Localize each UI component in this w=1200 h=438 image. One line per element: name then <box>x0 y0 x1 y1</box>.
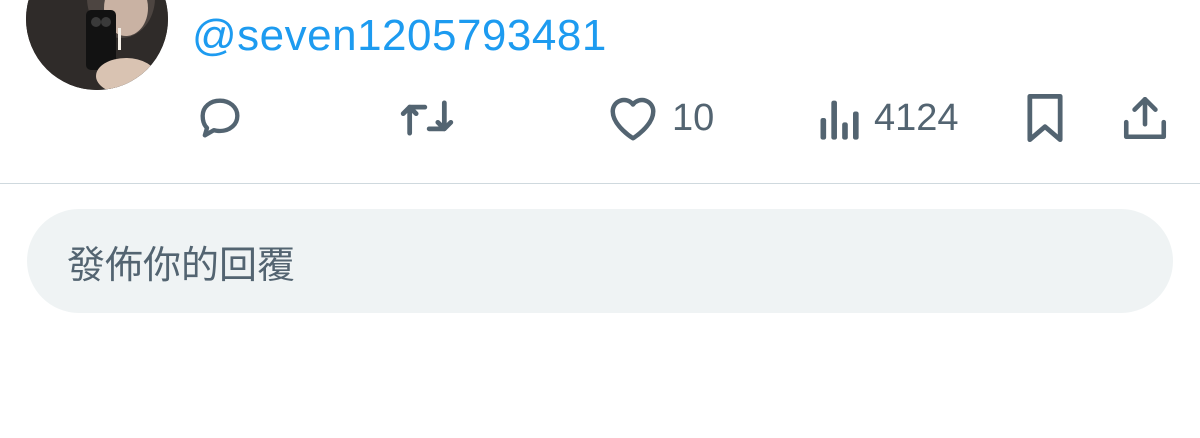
views-chart-icon <box>818 92 862 144</box>
like-button[interactable]: 10 <box>606 88 714 148</box>
views-count: 4124 <box>874 97 959 139</box>
retweet-button[interactable] <box>398 88 456 148</box>
avatar[interactable] <box>26 0 168 90</box>
reply-input[interactable]: 發佈你的回覆 <box>27 209 1173 313</box>
divider <box>0 183 1200 184</box>
heart-icon <box>606 92 660 144</box>
reply-placeholder: 發佈你的回覆 <box>67 242 296 287</box>
bookmark-icon <box>1022 92 1068 144</box>
tweet-action-bar: 10 4124 <box>0 88 1200 148</box>
share-icon <box>1120 92 1170 144</box>
share-button[interactable] <box>1120 88 1170 148</box>
reply-icon <box>194 92 246 144</box>
author-handle[interactable]: @seven1205793481 <box>192 10 607 62</box>
bookmark-button[interactable] <box>1022 88 1068 148</box>
retweet-icon <box>398 92 456 144</box>
views-button[interactable]: 4124 <box>818 88 959 148</box>
reply-button[interactable] <box>194 88 246 148</box>
like-count: 10 <box>672 97 715 139</box>
tweet-detail-footer: @seven1205793481 10 4124 發佈你的回覆 <box>0 0 1200 438</box>
